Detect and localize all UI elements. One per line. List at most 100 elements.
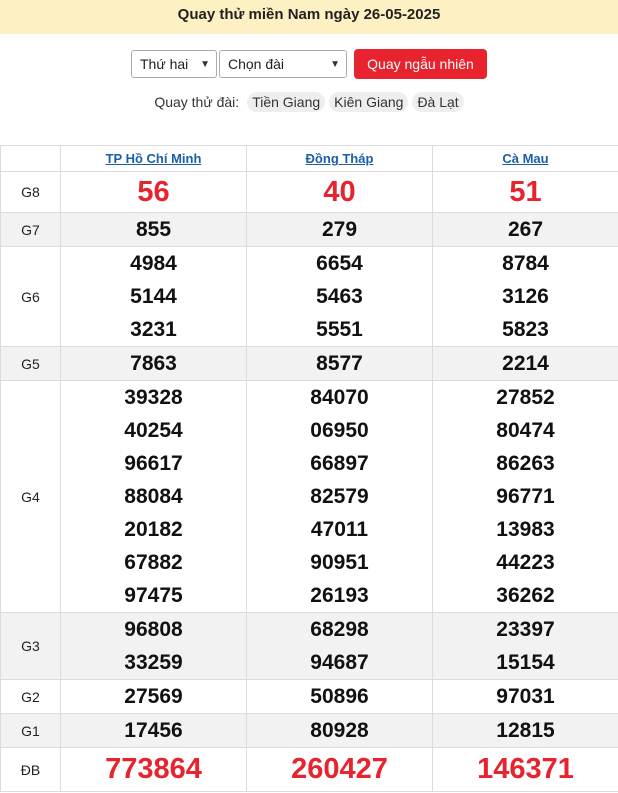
result-cell: 68298 94687 (246, 612, 433, 680)
table-row: G1 17456 80928 12815 (0, 713, 618, 748)
result-cell: 146371 (432, 747, 618, 792)
result-number: 5144 (130, 285, 177, 308)
result-cell: 23397 15154 (432, 612, 618, 680)
prize-label: G2 (0, 679, 61, 714)
result-cell: 2214 (432, 346, 618, 381)
result-cell: 855 (60, 212, 247, 247)
day-select[interactable]: Thứ hai ▼ (131, 50, 217, 78)
station-select-value: Chọn đài (228, 56, 285, 72)
result-number: 80928 (310, 719, 369, 742)
result-number: 773864 (105, 753, 202, 785)
results-body: G8 56 40 51 G7 855 279 267 G6 4984 5144 3231 6654 546… (0, 171, 618, 792)
result-number: 146371 (477, 753, 574, 785)
result-number: 40254 (124, 419, 183, 442)
station-chip-da-lat[interactable]: Đà Lạt (412, 92, 464, 112)
result-number: 23397 (496, 618, 555, 641)
result-number: 17456 (124, 719, 183, 742)
result-cell: 96808 33259 (60, 612, 247, 680)
prize-label: G3 (0, 612, 61, 680)
result-cell: 260427 (246, 747, 433, 792)
station-select[interactable]: Chọn đài ▼ (219, 50, 347, 78)
result-cell: 4984 5144 3231 (60, 246, 247, 347)
result-cell: 40 (246, 171, 433, 213)
prize-label: G5 (0, 346, 61, 381)
result-cell: 84070 06950 66897 82579 47011 90951 26193 (246, 380, 433, 613)
result-number: 8577 (316, 352, 363, 375)
table-row: G3 96808 33259 68298 94687 23397 15154 (0, 612, 618, 680)
result-number: 68298 (310, 618, 369, 641)
station-chip-kien-giang[interactable]: Kiên Giang (329, 92, 409, 112)
result-number: 94687 (310, 651, 369, 674)
table-row: ĐB 773864 260427 146371 (0, 747, 618, 792)
result-number: 97475 (124, 584, 183, 607)
result-number: 2214 (502, 352, 549, 375)
result-number: 26193 (310, 584, 369, 607)
result-cell: 8577 (246, 346, 433, 381)
result-number: 12815 (496, 719, 555, 742)
controls-bar: Thứ hai ▼ Chọn đài ▼ Quay ngẫu nhiên (0, 49, 618, 79)
result-number: 20182 (124, 518, 183, 541)
prize-label: G4 (0, 380, 61, 613)
result-cell: 17456 (60, 713, 247, 748)
result-number: 96771 (496, 485, 555, 508)
day-select-value: Thứ hai (140, 56, 189, 72)
table-row: G8 56 40 51 (0, 171, 618, 213)
result-number: 7863 (130, 352, 177, 375)
chevron-down-icon: ▼ (330, 58, 340, 70)
result-number: 96617 (124, 452, 183, 475)
random-draw-button[interactable]: Quay ngẫu nhiên (354, 49, 487, 79)
prize-header (0, 145, 61, 172)
result-number: 56 (137, 176, 170, 208)
result-number: 50896 (310, 685, 369, 708)
prize-label: G7 (0, 212, 61, 247)
result-number: 15154 (496, 651, 555, 674)
result-number: 40 (323, 176, 356, 208)
result-cell: 12815 (432, 713, 618, 748)
result-cell: 39328 40254 96617 88084 20182 67882 97475 (60, 380, 247, 613)
table-row: G2 27569 50896 97031 (0, 679, 618, 714)
result-cell: 6654 5463 5551 (246, 246, 433, 347)
result-cell: 267 (432, 212, 618, 247)
result-number: 51 (509, 176, 542, 208)
result-cell: 8784 3126 5823 (432, 246, 618, 347)
result-number: 5463 (316, 285, 363, 308)
result-number: 279 (321, 218, 358, 241)
result-number: 84070 (310, 386, 369, 409)
chevron-down-icon: ▼ (200, 58, 210, 70)
result-cell: 51 (432, 171, 618, 213)
result-number: 27852 (496, 386, 555, 409)
result-number: 260427 (291, 753, 388, 785)
result-cell: 97031 (432, 679, 618, 714)
result-number: 06950 (310, 419, 369, 442)
result-number: 88084 (124, 485, 183, 508)
station-link-ca-mau[interactable]: Cà Mau (502, 151, 548, 166)
result-number: 855 (135, 218, 172, 241)
result-cell: 279 (246, 212, 433, 247)
table-header-row: TP Hồ Chí Minh Đồng Tháp Cà Mau (0, 145, 618, 172)
page-title-banner: Quay thử miền Nam ngày 26-05-2025 (0, 0, 618, 34)
result-cell: 56 (60, 171, 247, 213)
station-header: TP Hồ Chí Minh (60, 145, 247, 172)
result-number: 96808 (124, 618, 183, 641)
prize-label: G8 (0, 171, 61, 213)
result-number: 33259 (124, 651, 183, 674)
station-link-dong-thap[interactable]: Đồng Tháp (306, 151, 374, 166)
result-number: 8784 (502, 252, 549, 275)
result-cell: 27852 80474 86263 96771 13983 44223 36262 (432, 380, 618, 613)
result-number: 5551 (316, 318, 363, 341)
result-number: 27569 (124, 685, 183, 708)
result-number: 13983 (496, 518, 555, 541)
station-chip-tien-giang[interactable]: Tiền Giang (247, 92, 326, 112)
result-cell: 7863 (60, 346, 247, 381)
result-number: 5823 (502, 318, 549, 341)
result-number: 267 (507, 218, 544, 241)
table-row: G7 855 279 267 (0, 212, 618, 247)
result-number: 39328 (124, 386, 183, 409)
result-number: 6654 (316, 252, 363, 275)
result-cell: 50896 (246, 679, 433, 714)
result-cell: 773864 (60, 747, 247, 792)
station-link-tp-ho-chi-minh[interactable]: TP Hồ Chí Minh (106, 151, 202, 166)
prize-label: G1 (0, 713, 61, 748)
result-number: 4984 (130, 252, 177, 275)
result-number: 97031 (496, 685, 555, 708)
